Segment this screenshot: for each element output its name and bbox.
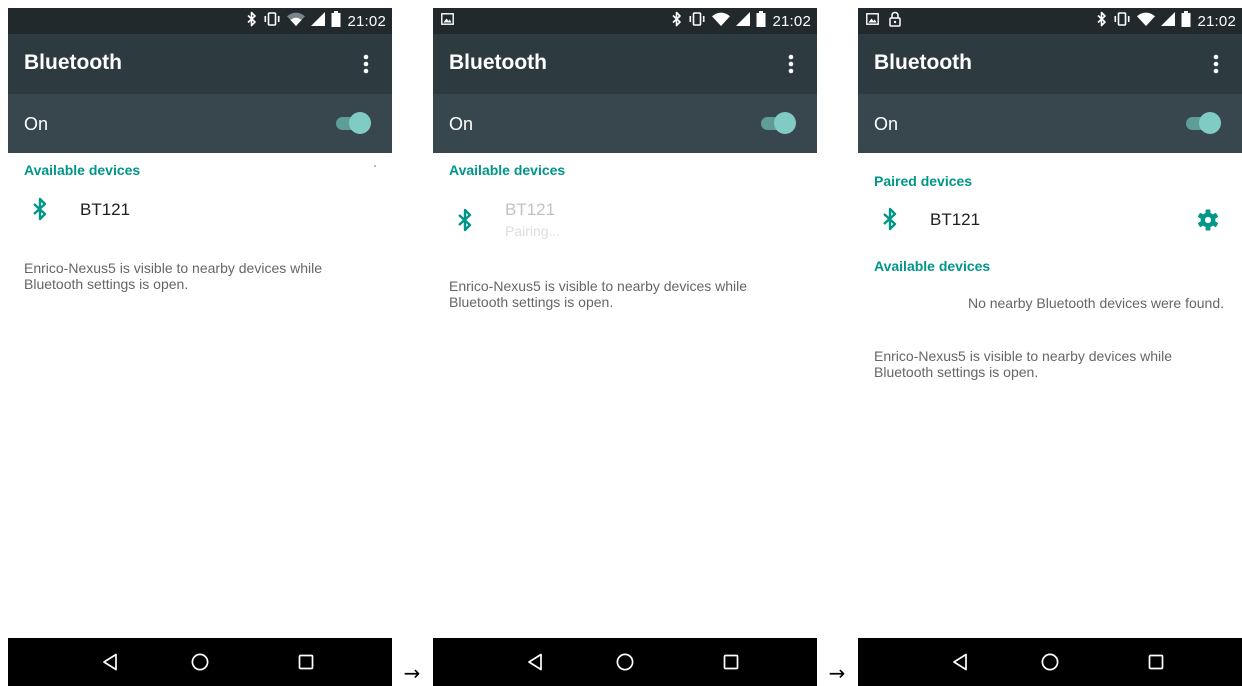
bluetooth-toggle-row[interactable]: On [433, 94, 817, 153]
back-icon [953, 653, 967, 671]
recents-button[interactable] [291, 647, 321, 677]
overflow-menu-button[interactable] [348, 46, 384, 82]
battery-icon [331, 10, 341, 32]
signal-icon [1161, 11, 1176, 31]
visibility-message: Enrico-Nexus5 is visible to nearby devic… [449, 278, 748, 310]
switch-thumb [1199, 112, 1221, 134]
recents-button[interactable] [716, 647, 746, 677]
app-bar: Bluetooth [858, 34, 1242, 94]
bluetooth-icon [882, 207, 898, 231]
recents-icon [723, 654, 739, 670]
recents-icon [298, 654, 314, 670]
more-vert-icon [788, 54, 794, 74]
battery-icon [756, 10, 766, 32]
paired-device-row-bt121[interactable]: BT121 [858, 194, 1242, 246]
image-icon [866, 12, 879, 30]
overflow-menu-button[interactable] [773, 46, 809, 82]
back-button[interactable] [520, 647, 550, 677]
bluetooth-switch[interactable] [334, 110, 372, 136]
phone-screen-2: 21:02 Bluetooth On Available devices BT1… [433, 8, 817, 686]
gear-icon [1197, 209, 1219, 231]
toggle-label: On [874, 114, 899, 134]
home-icon [191, 653, 209, 671]
bluetooth-toggle-row[interactable]: On [8, 94, 392, 153]
status-bar: 21:02 [858, 8, 1242, 34]
page-title: Bluetooth [449, 51, 547, 74]
home-button[interactable] [610, 647, 640, 677]
home-icon [616, 653, 634, 671]
navigation-bar [858, 638, 1242, 686]
bluetooth-icon [1097, 11, 1107, 32]
back-button[interactable] [95, 647, 125, 677]
clock: 21:02 [772, 12, 811, 30]
signal-icon [736, 11, 751, 31]
phone-screen-3: 21:02 Bluetooth On Paired devices BT121 [858, 8, 1242, 686]
bluetooth-icon [672, 11, 682, 32]
available-devices-header: Available devices [449, 162, 566, 178]
wifi-icon [287, 12, 306, 31]
switch-thumb [774, 112, 796, 134]
bluetooth-icon [247, 11, 257, 32]
home-icon [1041, 653, 1059, 671]
status-bar: 21:02 [8, 8, 392, 34]
home-button[interactable] [185, 647, 215, 677]
back-icon [103, 653, 117, 671]
recents-icon [1148, 654, 1164, 670]
app-bar: Bluetooth [433, 34, 817, 94]
wifi-icon [1137, 12, 1156, 31]
toggle-label: On [449, 114, 474, 134]
visibility-message: Enrico-Nexus5 is visible to nearby devic… [24, 260, 323, 292]
bluetooth-switch[interactable] [1184, 110, 1222, 136]
flow-arrow-2: → [828, 661, 846, 685]
flow-arrow-1: → [403, 661, 421, 685]
available-devices-header: Available devices [24, 162, 141, 178]
visibility-message: Enrico-Nexus5 is visible to nearby devic… [874, 348, 1173, 380]
device-name: BT121 [80, 200, 131, 219]
device-settings-button[interactable] [1190, 202, 1226, 238]
signal-icon [311, 11, 326, 31]
page-title: Bluetooth [874, 51, 972, 74]
bluetooth-switch[interactable] [759, 110, 797, 136]
more-vert-icon [363, 54, 369, 74]
device-row-bt121[interactable]: BT121 [8, 184, 392, 236]
phone-screen-1: 21:02 Bluetooth On Available devices BT1… [8, 8, 392, 686]
more-vert-icon [1213, 54, 1219, 74]
page-title: Bluetooth [24, 51, 122, 74]
clock: 21:02 [1197, 12, 1236, 30]
switch-thumb [349, 112, 371, 134]
status-bar: 21:02 [433, 8, 817, 34]
clock: 21:02 [347, 12, 386, 30]
image-icon [441, 12, 454, 30]
navigation-bar [433, 638, 817, 686]
bluetooth-icon [32, 197, 48, 221]
device-row-bt121[interactable]: BT121 Pairing... [433, 192, 817, 252]
recents-button[interactable] [1141, 647, 1171, 677]
lock-icon [889, 11, 901, 32]
empty-devices-message: No nearby Bluetooth devices were found. [967, 295, 1224, 311]
wifi-icon [712, 12, 731, 31]
bluetooth-toggle-row[interactable]: On [858, 94, 1242, 153]
device-status: Pairing... [505, 223, 561, 239]
back-icon [528, 653, 542, 671]
bluetooth-icon [457, 208, 473, 232]
progress-indicator [374, 165, 376, 167]
vibrate-icon [688, 11, 706, 31]
toggle-label: On [24, 114, 49, 134]
available-devices-header: Available devices [874, 258, 991, 274]
home-button[interactable] [1035, 647, 1065, 677]
vibrate-icon [1113, 11, 1131, 31]
navigation-bar [8, 638, 392, 686]
app-bar: Bluetooth [8, 34, 392, 94]
device-name: BT121 [505, 200, 556, 219]
back-button[interactable] [945, 647, 975, 677]
overflow-menu-button[interactable] [1198, 46, 1234, 82]
device-name: BT121 [930, 210, 981, 229]
vibrate-icon [263, 11, 281, 31]
paired-devices-header: Paired devices [874, 173, 973, 189]
battery-icon [1181, 10, 1191, 32]
